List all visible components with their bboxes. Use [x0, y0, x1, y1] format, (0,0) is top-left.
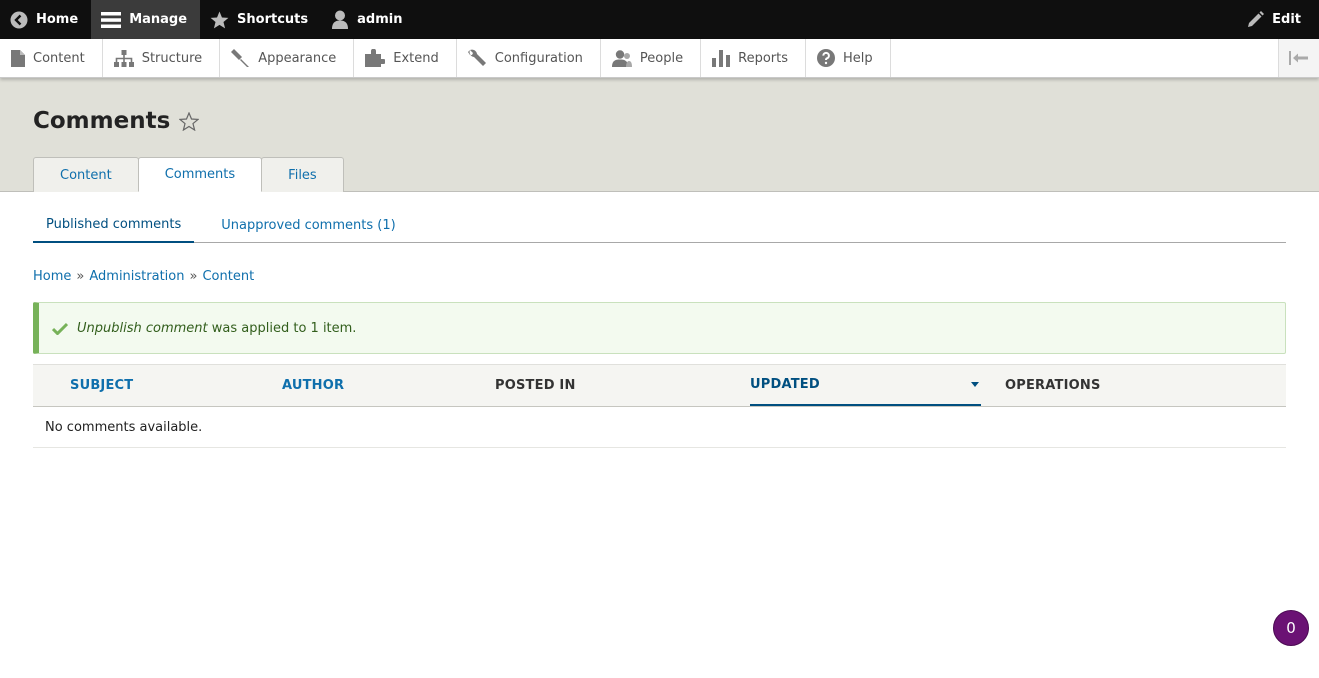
page-title-text: Comments — [33, 108, 171, 134]
toolbar-tray: Content Structure Appearance Extend Conf… — [0, 39, 1319, 78]
admin-toolbar: Home Manage Shortcuts admin Edit — [0, 0, 1319, 39]
column-author-label[interactable]: Author — [282, 378, 344, 393]
subtab-published-comments[interactable]: Published comments — [33, 207, 195, 243]
table-empty-message: No comments available. — [33, 406, 1286, 448]
tray-item-label: Content — [33, 50, 85, 66]
tray-item-label: Extend — [393, 50, 439, 66]
people-icon — [611, 49, 632, 67]
sort-descending-icon — [971, 381, 979, 387]
shortcut-star-icon[interactable] — [179, 111, 200, 131]
toolbar-home[interactable]: Home — [0, 0, 91, 39]
status-message-text: Unpublish comment was applied to 1 item. — [77, 321, 356, 336]
toolbar-manage[interactable]: Manage — [91, 0, 201, 39]
toolbar-manage-label: Manage — [129, 12, 188, 27]
status-message-emphasis: Unpublish comment — [77, 320, 208, 336]
column-operations: Operations — [1005, 364, 1286, 407]
tray-item-configuration[interactable]: Configuration — [457, 39, 601, 77]
puzzle-icon — [365, 49, 386, 67]
tray-item-reports[interactable]: Reports — [701, 39, 806, 77]
comments-table: Subject Author Posted in Updated Operati… — [33, 364, 1286, 448]
column-operations-label: Operations — [1005, 378, 1101, 393]
user-icon — [332, 10, 349, 29]
column-subject[interactable]: Subject — [33, 364, 282, 407]
sitemap-icon — [113, 49, 134, 67]
tray-item-help[interactable]: Help — [806, 39, 891, 77]
tray-item-people[interactable]: People — [601, 39, 702, 77]
tray-item-extend[interactable]: Extend — [354, 39, 457, 77]
subtab-unapproved-comments[interactable]: Unapproved comments (1) — [208, 207, 408, 243]
column-subject-label[interactable]: Subject — [70, 378, 133, 393]
tray-item-label: Reports — [738, 50, 788, 66]
collapse-left-icon — [1289, 51, 1308, 65]
tab-comments[interactable]: Comments — [137, 157, 263, 192]
column-posted-in: Posted in — [495, 364, 750, 407]
breadcrumb-separator: » — [76, 269, 85, 284]
tray-item-label: Structure — [141, 50, 203, 66]
tray-orientation-toggle[interactable] — [1279, 39, 1319, 77]
toolbar-user[interactable]: admin — [321, 0, 415, 39]
pencil-icon — [1248, 10, 1265, 27]
breadcrumb: Home » Administration » Content — [33, 269, 254, 284]
column-updated-label[interactable]: Updated — [750, 377, 820, 392]
breadcrumb-separator: » — [189, 269, 198, 284]
tray-spacer — [891, 39, 1279, 77]
status-message-rest: was applied to 1 item. — [207, 320, 357, 336]
breadcrumb-home[interactable]: Home — [33, 269, 71, 284]
tray-item-label: Help — [843, 50, 873, 66]
file-icon — [11, 49, 25, 67]
column-author[interactable]: Author — [282, 364, 495, 407]
toolbar-home-label: Home — [36, 12, 79, 27]
secondary-tabs: Published comments Unapproved comments (… — [33, 207, 1286, 243]
breadcrumb-administration[interactable]: Administration — [89, 269, 184, 284]
toolbar-shortcuts-label: Shortcuts — [237, 12, 309, 27]
tray-item-appearance[interactable]: Appearance — [220, 39, 355, 77]
breadcrumb-content[interactable]: Content — [202, 269, 254, 284]
toolbar-edit-label: Edit — [1272, 12, 1301, 27]
status-message: Unpublish comment was applied to 1 item. — [33, 302, 1286, 354]
tray-item-content[interactable]: Content — [0, 39, 103, 77]
page-title: Comments — [33, 108, 200, 134]
tray-item-label: Appearance — [258, 50, 337, 66]
hamburger-icon — [101, 11, 122, 28]
tray-item-structure[interactable]: Structure — [103, 39, 221, 77]
toolbar-shortcuts[interactable]: Shortcuts — [200, 0, 321, 39]
column-updated[interactable]: Updated — [750, 364, 1005, 407]
toolbar-user-label: admin — [357, 12, 403, 27]
question-icon — [817, 49, 835, 67]
tray-item-label: Configuration — [494, 50, 583, 66]
tray-item-label: People — [639, 50, 684, 66]
paintbrush-icon — [231, 49, 250, 67]
toolbar-edit[interactable]: Edit — [1236, 0, 1319, 39]
tab-content[interactable]: Content — [33, 157, 139, 192]
checkmark-icon — [52, 322, 68, 335]
table-row-empty: No comments available. — [33, 406, 1286, 448]
bar-chart-icon — [712, 49, 731, 67]
notification-badge[interactable]: 0 — [1273, 610, 1309, 646]
star-icon — [210, 10, 229, 28]
table-header-row: Subject Author Posted in Updated Operati… — [33, 364, 1286, 407]
wrench-icon — [467, 49, 486, 66]
primary-tabs: Content Comments Files — [33, 157, 344, 192]
column-posted-in-label: Posted in — [495, 378, 576, 393]
back-arrow-icon — [10, 11, 28, 28]
page-header: Comments Content Comments Files — [0, 78, 1319, 192]
tab-files[interactable]: Files — [261, 157, 344, 192]
